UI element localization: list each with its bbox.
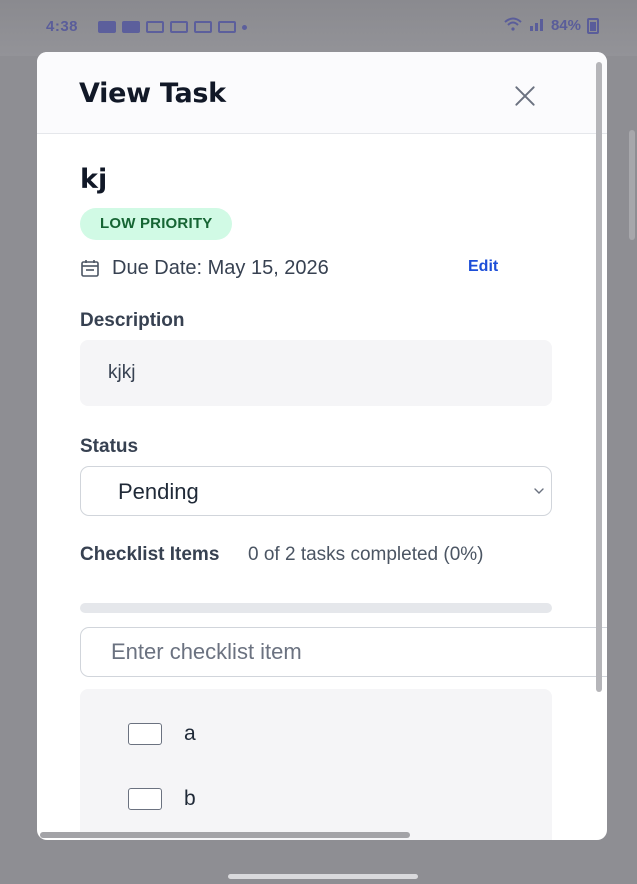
mail-icon	[194, 21, 212, 33]
mail-icon	[146, 21, 164, 33]
status-value: Pending	[118, 479, 199, 504]
chevron-down-icon	[534, 488, 544, 494]
description-label: Description	[80, 310, 185, 331]
notification-icon	[98, 21, 116, 33]
calendar-icon	[81, 260, 99, 277]
due-date-row: Due Date: May 15, 2026	[80, 256, 329, 280]
status-select[interactable]: Pending	[80, 466, 552, 516]
battery-percent: 84%	[550, 17, 581, 34]
battery-icon	[587, 17, 599, 34]
checklist-progress-bar	[80, 603, 552, 613]
modal-header: View Task	[37, 52, 607, 134]
checkbox[interactable]	[128, 788, 162, 810]
modal-title: View Task	[79, 78, 226, 109]
close-button[interactable]	[505, 76, 545, 116]
checklist-items-list: a b	[80, 689, 552, 840]
modal-horizontal-scrollbar[interactable]	[40, 832, 410, 838]
status-bar: 4:38 84%	[0, 0, 637, 56]
notification-icon	[122, 21, 140, 33]
due-date-text: Due Date: May 15, 2026	[112, 256, 329, 279]
description-text: kjkj	[108, 362, 136, 383]
edit-due-date-link[interactable]: Edit	[468, 258, 498, 276]
status-right: 84%	[503, 17, 599, 34]
checklist-progress-text: 0 of 2 tasks completed (0%)	[248, 544, 484, 565]
description-box: kjkj	[80, 340, 552, 406]
status-time: 4:38	[46, 18, 79, 35]
notification-icons	[98, 21, 247, 33]
mail-icon	[170, 21, 188, 33]
task-name: kj	[80, 164, 108, 195]
close-icon	[515, 86, 535, 106]
checklist-item-text: b	[184, 787, 196, 810]
wifi-icon	[503, 17, 523, 34]
home-indicator[interactable]	[228, 874, 418, 879]
more-dot-icon	[242, 24, 247, 30]
priority-badge: LOW PRIORITY	[80, 208, 233, 240]
signal-icon	[529, 17, 545, 34]
checkbox[interactable]	[128, 723, 162, 745]
checklist-item[interactable]: b	[128, 787, 196, 811]
checklist-item[interactable]: a	[128, 722, 196, 746]
screen-icon	[218, 21, 236, 33]
checklist-item-input[interactable]	[80, 627, 607, 677]
background-scrollbar[interactable]	[629, 130, 635, 240]
view-task-modal: View Task kj LOW PRIORITY Due Date: May …	[37, 52, 607, 840]
status-label: Status	[80, 436, 139, 457]
checklist-item-text: a	[184, 722, 196, 745]
modal-vertical-scrollbar[interactable]	[596, 62, 602, 692]
checklist-label: Checklist Items	[80, 544, 220, 565]
